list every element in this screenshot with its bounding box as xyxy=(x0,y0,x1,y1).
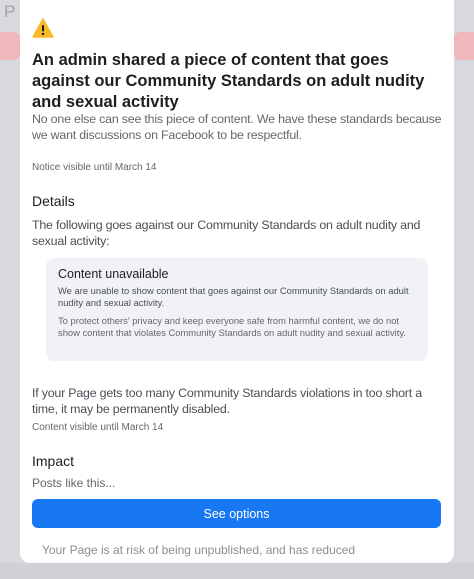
content-unavailable-reason: We are unable to show content that goes … xyxy=(58,285,409,308)
notice-visible-until: Notice visible until March 14 xyxy=(32,162,157,173)
background-red-pill-left xyxy=(0,32,20,60)
warning-triangle-icon xyxy=(32,18,54,38)
content-visible-until: Content visible until March 14 xyxy=(32,422,164,433)
page-risk-text: Your Page is at risk of being unpublishe… xyxy=(42,543,356,557)
content-unavailable-box: Content unavailable We are unable to sho… xyxy=(46,258,428,361)
impact-heading: Impact xyxy=(32,453,75,469)
impact-text: Posts like this... xyxy=(32,476,116,490)
violation-dialog: An admin shared a piece of content that … xyxy=(20,0,454,563)
background-bottom-strip xyxy=(0,563,474,579)
dialog-title: An admin shared a piece of content that … xyxy=(32,51,425,111)
dialog-subtitle: No one else can see this piece of conten… xyxy=(32,112,442,142)
see-options-button[interactable]: See options xyxy=(32,499,441,528)
background-red-pill-right xyxy=(454,32,474,60)
violations-warning-text: If your Page gets too many Community Sta… xyxy=(32,386,422,416)
dialog-scroll-area[interactable]: An admin shared a piece of content that … xyxy=(20,0,454,492)
content-unavailable-privacy-note: To protect others' privacy and keep ever… xyxy=(58,315,406,338)
background-page-letter: P xyxy=(4,2,16,21)
content-unavailable-title: Content unavailable xyxy=(58,267,169,281)
details-text: The following goes against our Community… xyxy=(32,218,421,248)
details-heading: Details xyxy=(32,193,75,209)
